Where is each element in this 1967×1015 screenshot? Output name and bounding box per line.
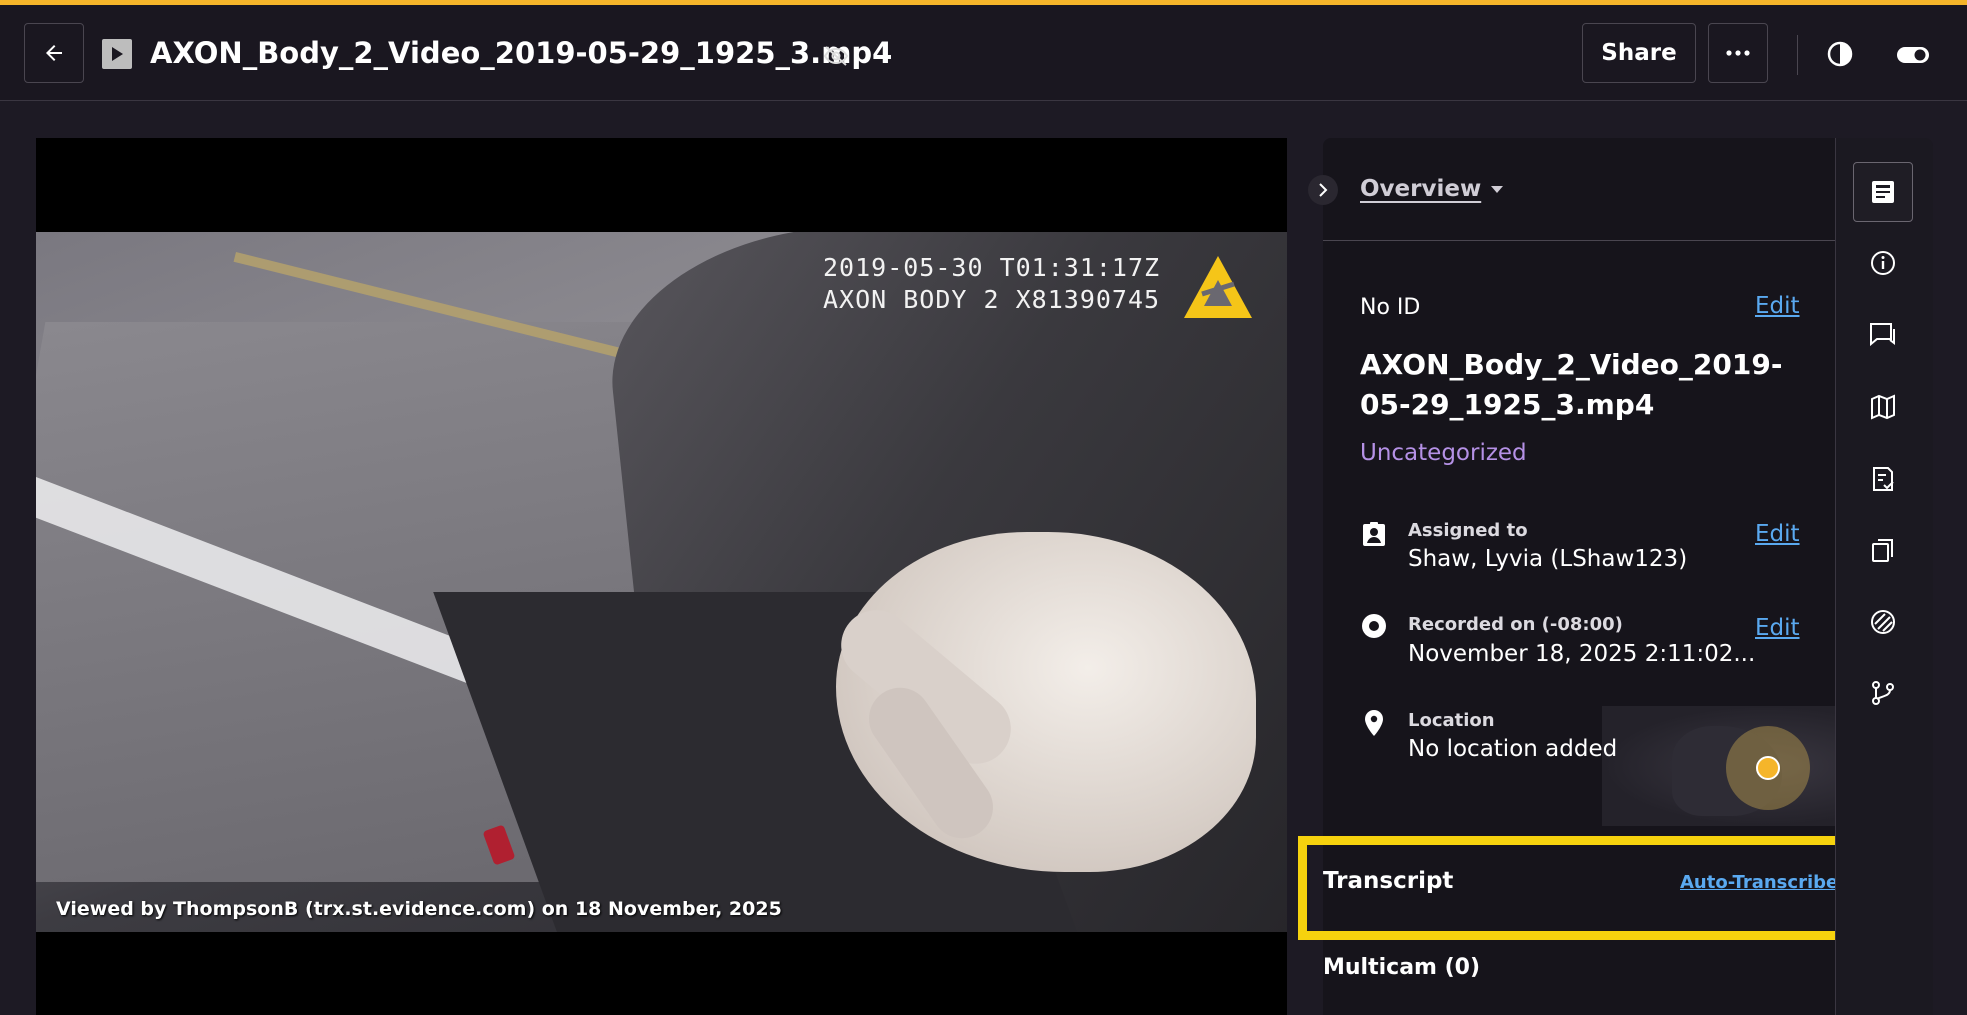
edit-recorded-link[interactable]: Edit	[1755, 615, 1800, 641]
video-hud-overlay: 2019-05-30 T01:31:17Z AXON BODY 2 X81390…	[823, 252, 1160, 316]
contrast-icon[interactable]	[1826, 40, 1854, 72]
arrow-left-icon	[46, 45, 62, 61]
overview-tab-label: Overview	[1360, 176, 1482, 202]
more-options-button[interactable]	[1708, 23, 1768, 83]
rail-branch-button[interactable]	[1853, 663, 1913, 723]
location-map-thumbnail[interactable]	[1602, 706, 1835, 826]
viewer-watermark: Viewed by ThompsonB (trx.st.evidence.com…	[56, 898, 782, 920]
overview-dropdown[interactable]: Overview	[1360, 176, 1504, 202]
caret-down-icon	[1491, 185, 1504, 193]
assigned-value: Shaw, Lyvia (LShaw123)	[1408, 546, 1688, 572]
header-divider	[1797, 35, 1798, 75]
map-dot	[1756, 756, 1780, 780]
info-icon	[1871, 251, 1895, 275]
page-title: AXON_Body_2_Video_2019-05-29_1925_3.mp4	[150, 36, 893, 70]
recorded-label: Recorded on (-08:00)	[1408, 614, 1623, 635]
map-marker-icon	[1726, 726, 1810, 810]
assigned-label: Assigned to	[1408, 520, 1528, 541]
hud-timestamp: 2019-05-30 T01:31:17Z	[823, 253, 1161, 282]
copies-icon	[1872, 539, 1893, 562]
ellipsis-icon	[1726, 50, 1750, 56]
location-value: No location added	[1408, 736, 1618, 762]
header-bar: AXON_Body_2_Video_2019-05-29_1925_3.mp4 …	[0, 5, 1967, 101]
evidence-id: No ID	[1360, 295, 1421, 320]
collapse-panel-button[interactable]	[1308, 175, 1338, 205]
redaction-icon	[1871, 610, 1895, 634]
panel-divider	[1323, 240, 1835, 241]
category-label[interactable]: Uncategorized	[1360, 440, 1527, 466]
video-file-icon	[102, 39, 132, 69]
map-icon	[1871, 394, 1895, 420]
back-button[interactable]	[24, 23, 84, 83]
assigned-badge-icon	[1360, 520, 1388, 552]
rail-overview-button[interactable]	[1853, 162, 1913, 222]
rail-audit-button[interactable]	[1853, 449, 1913, 509]
chevron-right-icon	[1319, 183, 1328, 197]
hud-device-id: AXON BODY 2 X81390745	[823, 285, 1161, 314]
multicam-heading[interactable]: Multicam (0)	[1323, 955, 1480, 980]
evidence-name: AXON_Body_2_Video_2019-05-29_1925_3.mp4	[1360, 348, 1783, 421]
overview-icon	[1872, 181, 1894, 203]
rail-comments-button[interactable]	[1853, 305, 1913, 365]
location-pin-icon	[1360, 708, 1388, 742]
branch-icon	[1872, 681, 1894, 705]
comments-icon	[1870, 323, 1895, 347]
toggle-switch-icon[interactable]	[1896, 46, 1930, 68]
eye-off-icon[interactable]	[823, 45, 849, 71]
axon-logo-icon	[1182, 254, 1254, 324]
rail-info-button[interactable]	[1853, 233, 1913, 293]
recorded-value: November 18, 2025 2:11:02...	[1408, 641, 1756, 667]
rail-map-button[interactable]	[1853, 377, 1913, 437]
record-icon	[1360, 612, 1388, 644]
share-button[interactable]: Share	[1582, 23, 1696, 83]
video-frame: 2019-05-30 T01:31:17Z AXON BODY 2 X81390…	[36, 232, 1287, 932]
auto-transcribe-link[interactable]: Auto-Transcribe	[1680, 872, 1838, 893]
edit-assigned-link[interactable]: Edit	[1755, 521, 1800, 547]
location-label: Location	[1408, 710, 1495, 731]
edit-id-link[interactable]: Edit	[1755, 293, 1800, 319]
rail-copies-button[interactable]	[1853, 520, 1913, 580]
transcript-heading: Transcript	[1323, 868, 1454, 894]
audit-icon	[1873, 467, 1894, 491]
video-player[interactable]: 2019-05-30 T01:31:17Z AXON BODY 2 X81390…	[36, 138, 1287, 1015]
rail-redaction-button[interactable]	[1853, 592, 1913, 652]
